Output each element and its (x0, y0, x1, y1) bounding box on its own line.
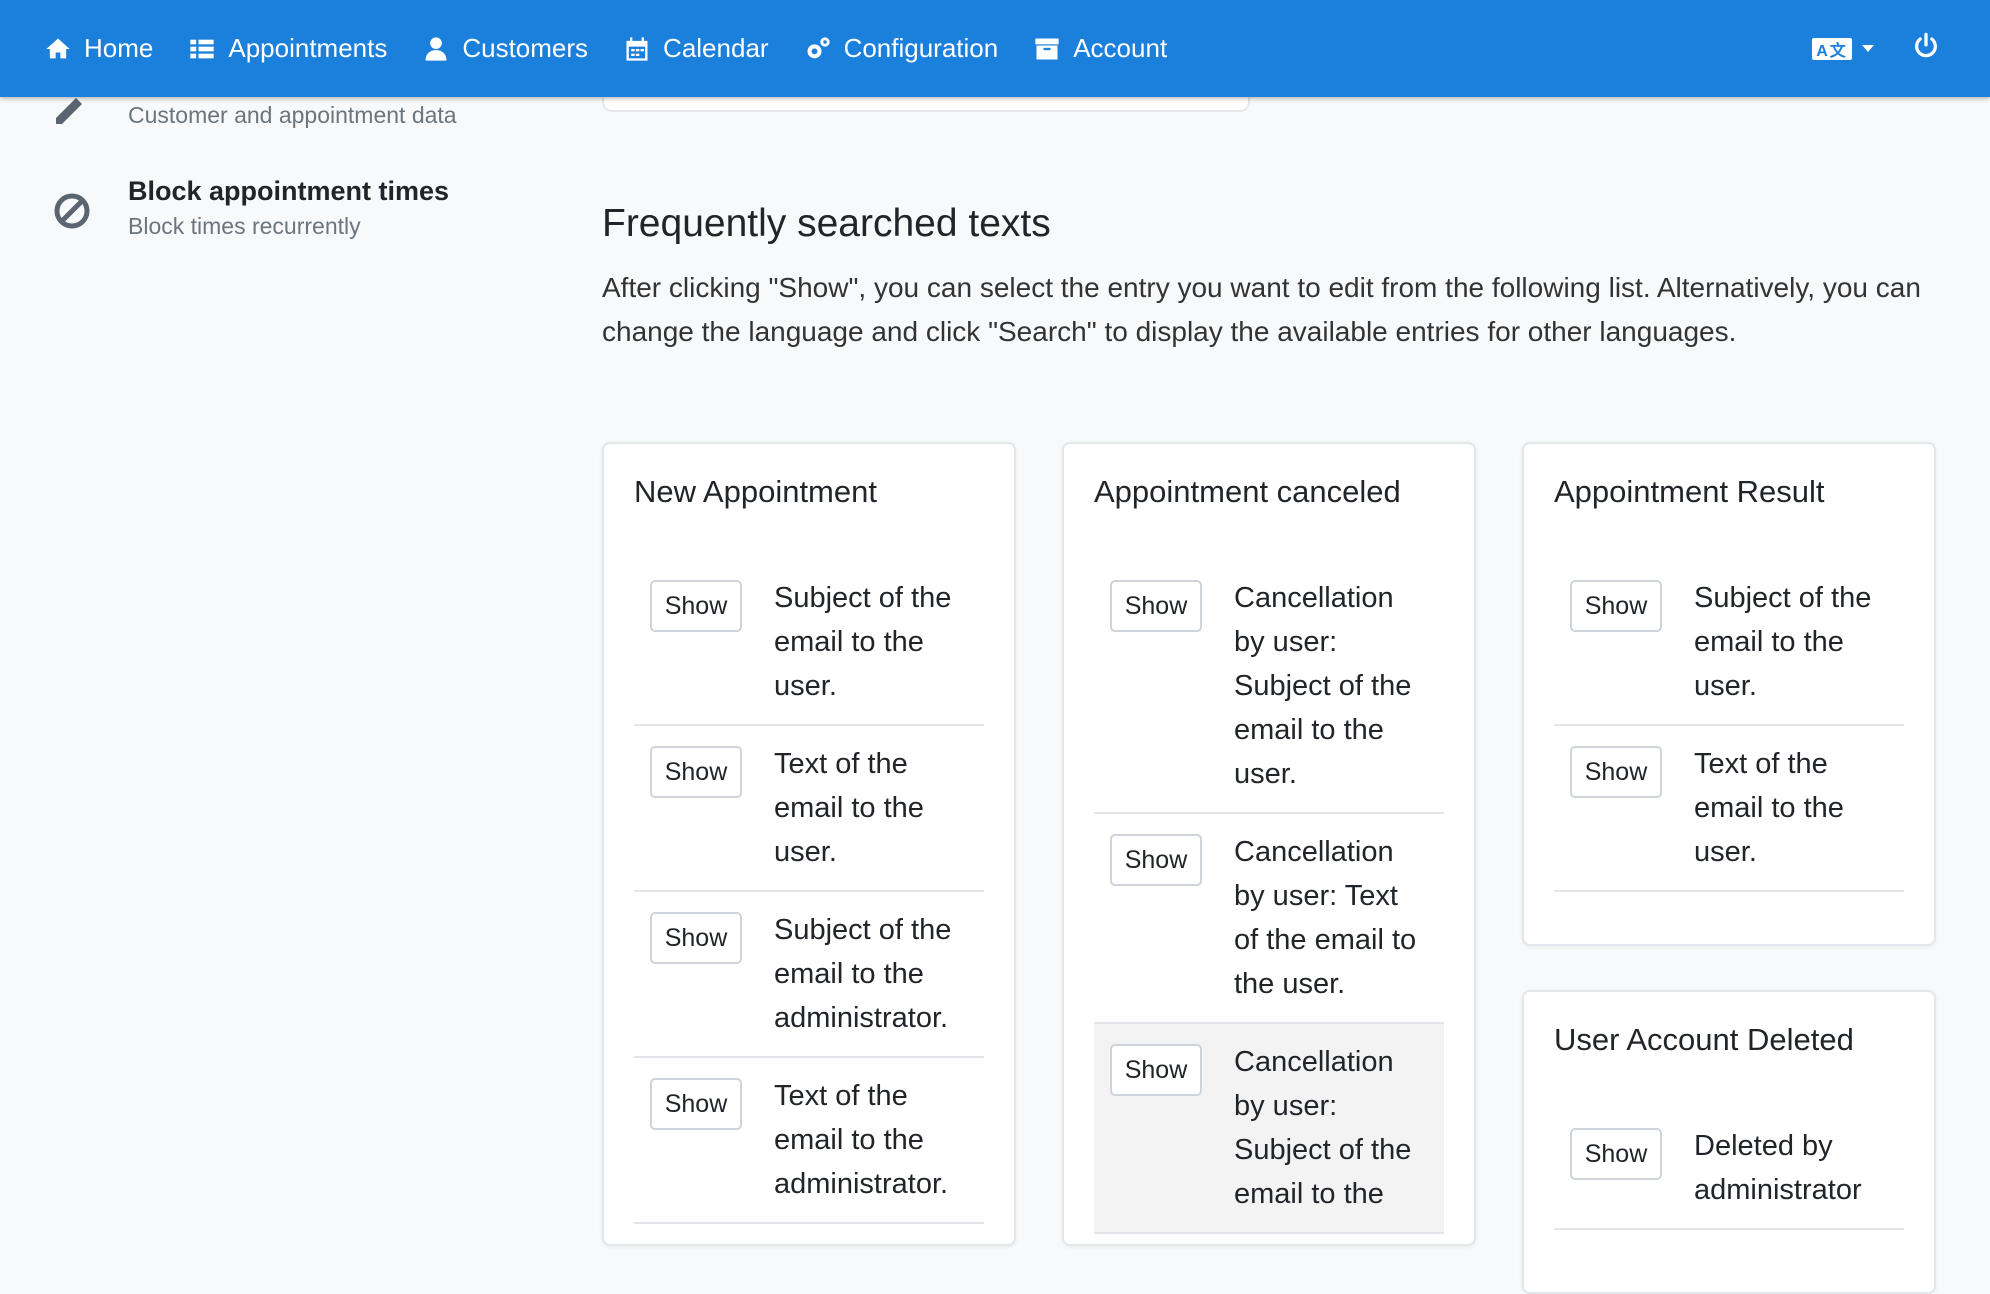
list-item: Show Text of the email to the administra… (634, 1058, 984, 1224)
show-button[interactable]: Show (1110, 580, 1202, 632)
power-icon (1915, 32, 1937, 58)
nav-account[interactable]: Account (1033, 33, 1167, 64)
ban-icon (50, 189, 94, 233)
nav-calendar[interactable]: Calendar (623, 33, 769, 64)
nav-appointments[interactable]: Appointments (188, 33, 387, 64)
entry-text: Deleted by administrator (1694, 1130, 1862, 1206)
sidebar-item-block-times[interactable]: Block appointment times Block times recu… (50, 176, 449, 240)
card-title: Appointment Result (1554, 474, 1825, 509)
sidebar-item-subtitle: Block times recurrently (128, 213, 361, 239)
nav-account-label: Account (1073, 33, 1168, 63)
entry-text: Cancellation by user: Subject of the ema… (1234, 582, 1412, 790)
page-description: After clicking "Show", you can select th… (602, 272, 1921, 347)
entry-text: Subject of the email to the administrato… (774, 914, 952, 1034)
show-button[interactable]: Show (1570, 580, 1662, 632)
entry-text: Subject of the email to the user. (774, 582, 952, 702)
nav-menu: Home Appointments Customers Calendar Con… (44, 0, 1202, 97)
nav-appointments-label: Appointments (228, 33, 388, 63)
show-button[interactable]: Show (1570, 746, 1662, 798)
list-item: Show Subject of the email to the user. (1554, 560, 1904, 726)
nav-configuration-label: Configuration (843, 33, 999, 63)
list-item: Show Cancellation by user: Subject of th… (1094, 1024, 1444, 1234)
show-button[interactable]: Show (650, 1078, 742, 1130)
language-dropdown[interactable]: A文 (1812, 37, 1874, 60)
caret-down-icon (1862, 45, 1874, 52)
language-icon: A文 (1812, 37, 1852, 60)
nav-right: A文 (1812, 0, 1940, 97)
list-icon (188, 35, 216, 63)
nav-customers-label: Customers (462, 33, 589, 63)
nav-customers[interactable]: Customers (422, 33, 588, 64)
entry-text: Subject of the email to the user. (1694, 582, 1872, 702)
list-item: Show Text of the email to the user. (1554, 726, 1904, 892)
list-item: Show Subject of the email to the user. (634, 560, 984, 726)
entry-text: Text of the email to the user. (1694, 748, 1844, 868)
nav-home-label: Home (84, 33, 154, 63)
show-button[interactable]: Show (650, 912, 742, 964)
entry-text: Text of the email to the administrator. (774, 1080, 949, 1200)
card-title: Appointment canceled (1094, 474, 1401, 509)
show-button[interactable]: Show (650, 580, 742, 632)
show-button[interactable]: Show (1110, 834, 1202, 886)
list-item: Show Cancellation by user: Subject of th… (1094, 560, 1444, 814)
show-button[interactable]: Show (650, 746, 742, 798)
card-appointment-result: Appointment Result Show Subject of the e… (1522, 442, 1936, 946)
show-button[interactable]: Show (1110, 1044, 1202, 1096)
cogs-icon (804, 35, 832, 63)
entry-text: Text of the email to the user. (774, 748, 924, 868)
card-title: New Appointment (634, 474, 877, 509)
calendar-icon (623, 35, 651, 63)
show-button[interactable]: Show (1570, 1128, 1662, 1180)
sidebar-item-title: Block appointment times (128, 176, 450, 206)
entry-text: Cancellation by user: Text of the email … (1234, 836, 1417, 1000)
user-icon (422, 35, 450, 63)
list-item: Show Cancellation by user: Text of the e… (1094, 814, 1444, 1024)
nav-home[interactable]: Home (44, 33, 153, 64)
card-title: User Account Deleted (1554, 1022, 1854, 1057)
card-user-account-deleted: User Account Deleted Show Deleted by adm… (1522, 990, 1936, 1294)
home-icon (44, 35, 72, 63)
list-item: Show Subject of the email to the adminis… (634, 892, 984, 1058)
card-new-appointment: New Appointment Show Subject of the emai… (602, 442, 1016, 1246)
nav-calendar-label: Calendar (663, 33, 769, 63)
top-navbar: Home Appointments Customers Calendar Con… (0, 0, 1990, 97)
list-item: Show Deleted by administrator (1554, 1108, 1904, 1230)
sidebar-item-subtitle: Customer and appointment data (128, 102, 457, 128)
nav-configuration[interactable]: Configuration (804, 33, 999, 64)
entry-text: Cancellation by user: Subject of the ema… (1234, 1046, 1412, 1210)
card-appointment-canceled: Appointment canceled Show Cancellation b… (1062, 442, 1476, 1246)
logout-button[interactable] (1912, 32, 1940, 65)
list-item: Show Text of the email to the user. (634, 726, 984, 892)
archive-icon (1033, 35, 1061, 63)
page-title: Frequently searched texts (602, 202, 1051, 245)
